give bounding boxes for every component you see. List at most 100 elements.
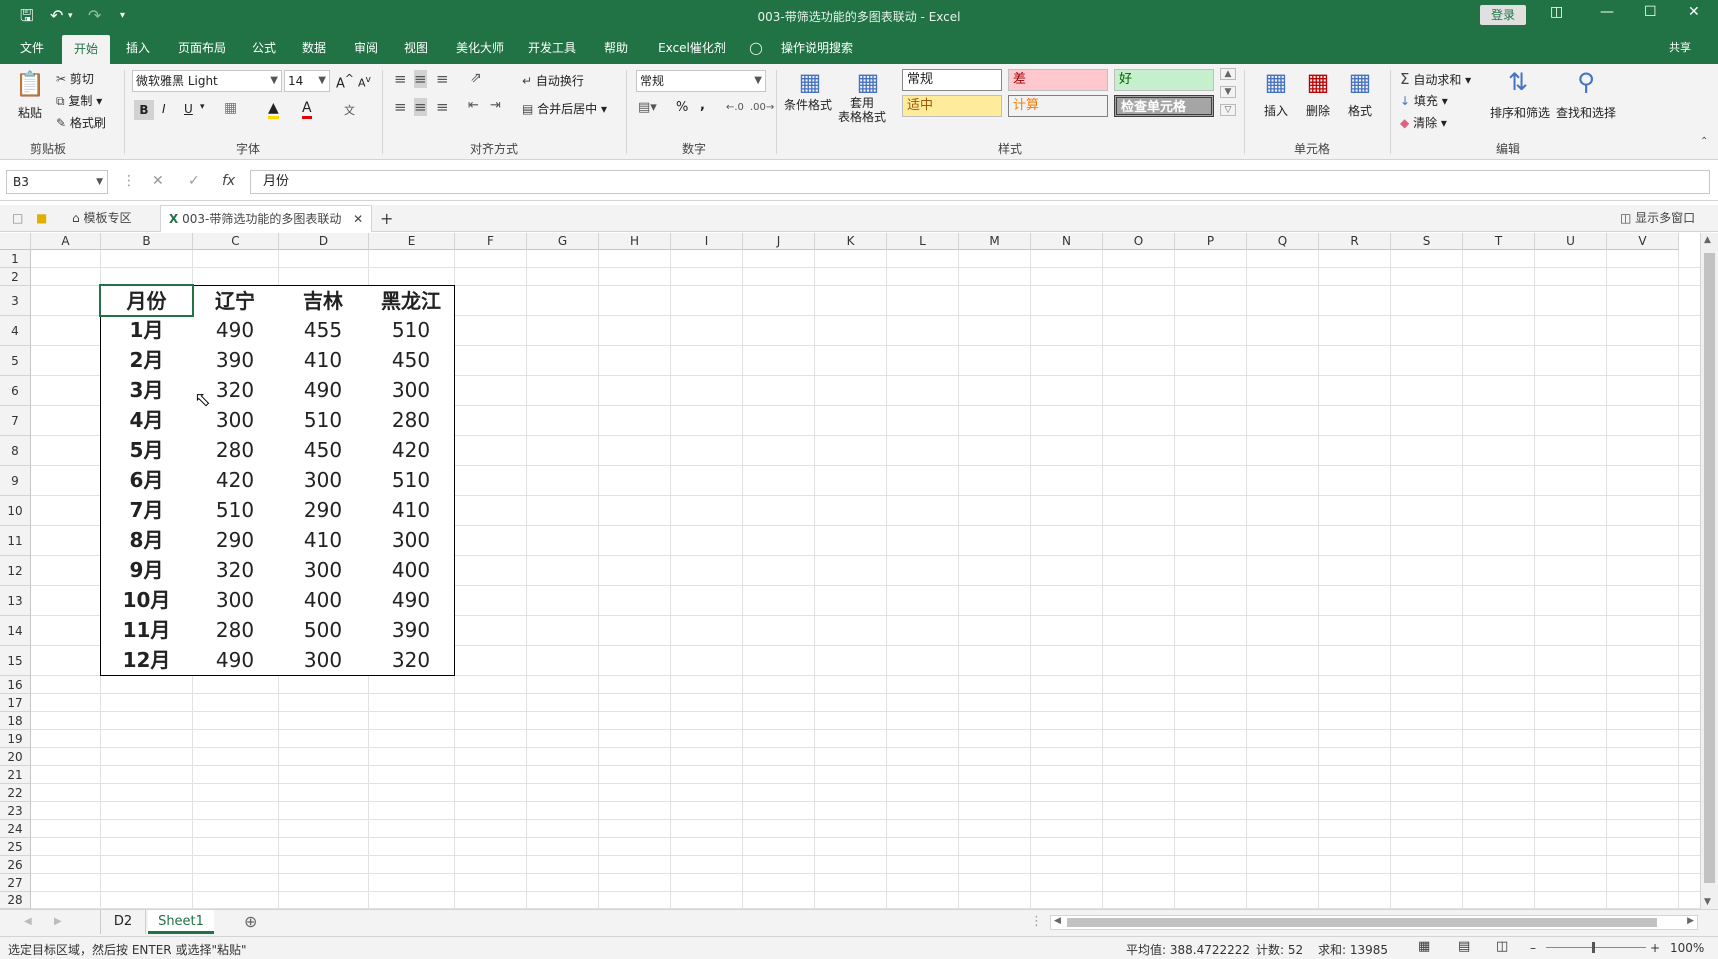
insert-function-button[interactable]: fx xyxy=(222,173,235,189)
value-cell[interactable]: 400 xyxy=(278,585,369,616)
underline-dropdown-icon[interactable]: ▾ xyxy=(200,102,205,112)
column-header[interactable]: D xyxy=(279,233,369,250)
value-cell[interactable]: 280 xyxy=(192,435,279,466)
enter-icon[interactable]: ✓ xyxy=(188,173,200,189)
value-cell[interactable]: 300 xyxy=(278,555,369,586)
column-header[interactable]: B xyxy=(101,233,193,250)
tab-formulas[interactable]: 公式 xyxy=(244,32,284,64)
value-cell[interactable]: 420 xyxy=(368,435,455,466)
row-header[interactable]: 11 xyxy=(0,526,31,556)
horizontal-scrollbar[interactable]: ◀ ▶ xyxy=(1050,915,1698,930)
new-file-icon[interactable]: □ xyxy=(12,205,23,232)
column-header[interactable]: Q xyxy=(1247,233,1319,250)
sheet-tab-sheet1[interactable]: Sheet1 xyxy=(148,910,214,934)
italic-button[interactable]: I xyxy=(162,102,166,116)
name-box[interactable]: B3 ▼ xyxy=(6,170,108,194)
value-cell[interactable]: 490 xyxy=(368,585,455,616)
font-family-select[interactable]: 微软雅黑 Light ▼ xyxy=(132,70,282,92)
value-cell[interactable]: 320 xyxy=(368,645,455,676)
page-break-view-icon[interactable]: ◫ xyxy=(1496,939,1508,954)
merge-center-button[interactable]: ▤ 合并后居中 ▾ xyxy=(522,100,607,117)
value-cell[interactable]: 390 xyxy=(192,345,279,376)
fill-color-icon[interactable]: ▲ xyxy=(268,100,279,119)
align-center-icon[interactable]: ≡ xyxy=(414,98,427,116)
value-cell[interactable]: 510 xyxy=(368,465,455,496)
delete-cells-icon[interactable]: ▦ xyxy=(1300,66,1336,98)
row-header[interactable]: 6 xyxy=(0,376,31,406)
table-header-cell[interactable]: 辽宁 xyxy=(192,285,279,316)
row-header[interactable]: 20 xyxy=(0,748,31,766)
value-cell[interactable]: 290 xyxy=(192,525,279,556)
table-format-button[interactable]: 套用 表格格式 xyxy=(838,96,886,124)
month-cell[interactable]: 9月 xyxy=(100,555,193,586)
row-header[interactable]: 17 xyxy=(0,694,31,712)
table-header-cell[interactable]: 黑龙江 xyxy=(368,285,455,316)
row-header[interactable]: 13 xyxy=(0,586,31,616)
minimize-icon[interactable]: — xyxy=(1600,4,1614,20)
bold-button[interactable]: B xyxy=(134,100,154,120)
phonetic-icon[interactable]: 文 xyxy=(344,102,355,118)
value-cell[interactable]: 510 xyxy=(192,495,279,526)
zoom-slider[interactable] xyxy=(1546,942,1646,953)
formula-input[interactable]: 月份 xyxy=(250,170,1710,194)
font-size-select[interactable]: 14 ▼ xyxy=(284,70,330,92)
style-normal[interactable]: 常规 xyxy=(902,69,1002,91)
tab-developer[interactable]: 开发工具 xyxy=(520,32,584,64)
row-header[interactable]: 14 xyxy=(0,616,31,646)
sort-filter-button[interactable]: 排序和筛选 xyxy=(1490,104,1550,121)
tab-beautify[interactable]: 美化大师 xyxy=(450,32,510,64)
value-cell[interactable]: 410 xyxy=(278,525,369,556)
column-header[interactable]: R xyxy=(1319,233,1391,250)
open-folder-icon[interactable]: ■ xyxy=(36,205,47,232)
template-zone-tab[interactable]: ⌂ 模板专区 xyxy=(72,205,131,232)
paste-button[interactable]: 粘贴 xyxy=(18,104,42,121)
month-cell[interactable]: 3月 xyxy=(100,375,193,406)
month-cell[interactable]: 4月 xyxy=(100,405,193,436)
row-header[interactable]: 15 xyxy=(0,646,31,676)
tab-home[interactable]: 开始 xyxy=(62,35,110,64)
login-button[interactable]: 登录 xyxy=(1480,5,1526,25)
value-cell[interactable]: 390 xyxy=(368,615,455,646)
orientation-icon[interactable]: ⇗ xyxy=(470,70,482,86)
month-cell[interactable]: 10月 xyxy=(100,585,193,616)
value-cell[interactable]: 500 xyxy=(278,615,369,646)
close-tab-icon[interactable]: ✕ xyxy=(353,212,363,226)
page-layout-view-icon[interactable]: ▤ xyxy=(1458,939,1470,954)
row-header[interactable]: 21 xyxy=(0,766,31,784)
value-cell[interactable]: 320 xyxy=(192,555,279,586)
hscroll-thumb[interactable] xyxy=(1067,918,1657,927)
column-header[interactable]: E xyxy=(369,233,455,250)
column-header[interactable]: N xyxy=(1031,233,1103,250)
column-header[interactable]: J xyxy=(743,233,815,250)
value-cell[interactable]: 450 xyxy=(278,435,369,466)
row-header[interactable]: 28 xyxy=(0,892,31,909)
column-header[interactable]: T xyxy=(1463,233,1535,250)
row-header[interactable]: 10 xyxy=(0,496,31,526)
share-button[interactable]: 共享 xyxy=(1660,32,1700,64)
value-cell[interactable]: 455 xyxy=(278,315,369,346)
style-bad[interactable]: 差 xyxy=(1008,69,1108,91)
find-select-button[interactable]: 查找和选择 xyxy=(1556,104,1616,121)
zoom-slider-handle[interactable] xyxy=(1592,942,1595,953)
table-header-cell[interactable]: 吉林 xyxy=(278,285,369,316)
month-cell[interactable]: 1月 xyxy=(100,315,193,346)
align-middle-icon[interactable]: ≡ xyxy=(414,70,427,88)
format-cells-icon[interactable]: ▦ xyxy=(1342,66,1378,98)
paste-icon[interactable]: 📋 xyxy=(12,68,48,100)
month-cell[interactable]: 6月 xyxy=(100,465,193,496)
currency-icon[interactable]: ▤▾ xyxy=(638,100,657,115)
column-header[interactable]: K xyxy=(815,233,887,250)
clear-button[interactable]: ◆ 清除 ▾ xyxy=(1400,114,1447,131)
percent-button[interactable]: % xyxy=(676,100,688,115)
scroll-down-icon[interactable]: ▼ xyxy=(1704,897,1711,907)
fill-button[interactable]: ↓ 填充 ▾ xyxy=(1400,92,1448,109)
decrease-decimal-icon[interactable]: .00→ xyxy=(750,102,774,113)
style-good[interactable]: 好 xyxy=(1114,69,1214,91)
increase-indent-icon[interactable]: ⇥ xyxy=(490,98,501,113)
column-header[interactable]: A xyxy=(31,233,101,250)
tab-file[interactable]: 文件 xyxy=(10,32,54,64)
row-header[interactable]: 25 xyxy=(0,838,31,856)
column-header[interactable]: U xyxy=(1535,233,1607,250)
table-format-icon[interactable]: ▦ xyxy=(850,66,886,98)
tab-review[interactable]: 审阅 xyxy=(346,32,386,64)
